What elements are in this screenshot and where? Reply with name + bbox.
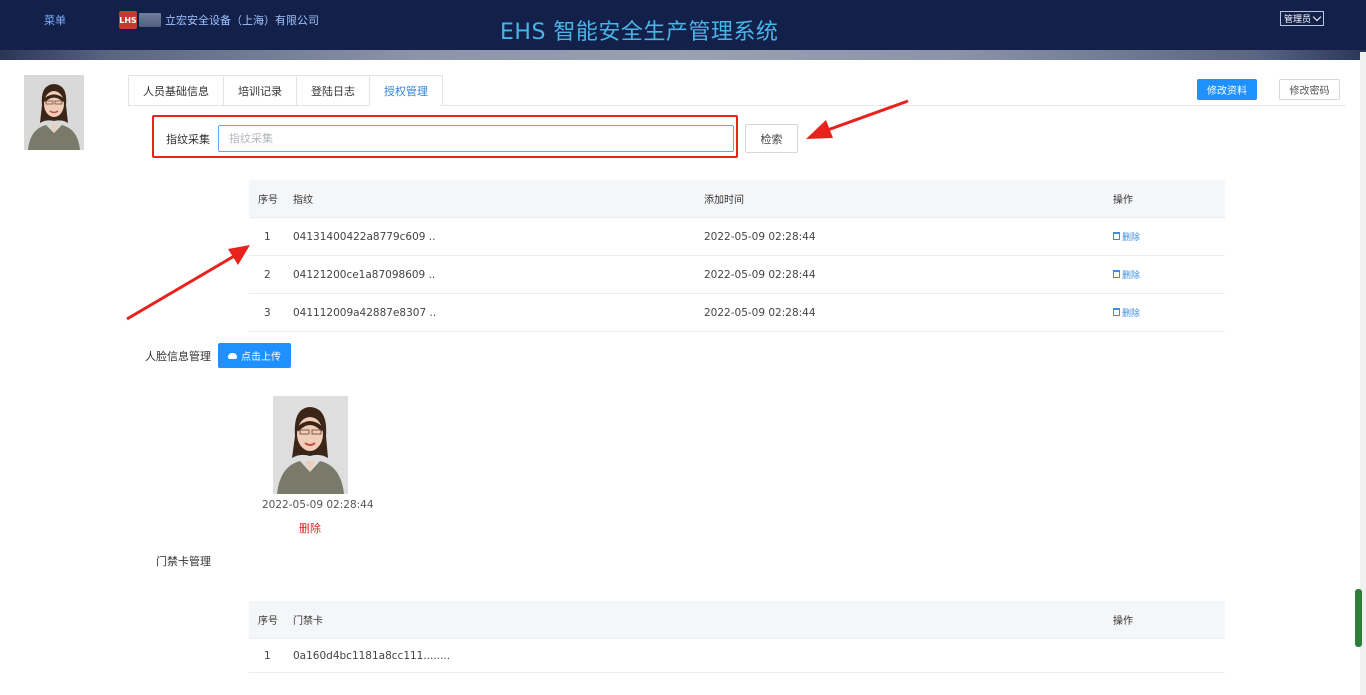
row-index: 1 <box>264 230 271 243</box>
row-index: 2 <box>264 268 271 281</box>
card-value: 0a160d4bc1181a8cc111........ <box>293 649 451 662</box>
logo-wordmark <box>139 13 161 27</box>
face-photo <box>273 396 348 494</box>
fingerprint-table: 序号 指纹 添加时间 操作 1 04131400422a8779c609 .. … <box>249 180 1225 332</box>
column-header-card: 门禁卡 <box>293 616 323 627</box>
delete-button[interactable]: 删除 <box>1113 306 1140 319</box>
column-header-fingerprint: 指纹 <box>293 195 313 206</box>
search-button[interactable]: 检索 <box>745 124 798 153</box>
upload-button[interactable]: 点击上传 <box>218 343 291 368</box>
menu-link[interactable]: 菜单 <box>44 12 66 28</box>
row-index: 1 <box>264 649 271 662</box>
access-card-section-label: 门禁卡管理 <box>156 555 211 568</box>
upload-label: 点击上传 <box>241 352 281 363</box>
column-header-index: 序号 <box>258 195 278 206</box>
delete-label: 删除 <box>1122 270 1141 281</box>
tab-basic-info[interactable]: 人员基础信息 <box>128 75 223 106</box>
avatar <box>24 75 84 150</box>
delete-label: 删除 <box>1122 232 1141 243</box>
company-name: 立宏安全设备（上海）有限公司 <box>165 14 319 27</box>
tab-authorization[interactable]: 授权管理 <box>369 75 443 106</box>
table-row: 2 04121200ce1a87098609 .. 2022-05-09 02:… <box>249 256 1225 294</box>
fingerprint-value: 041112009a42887e8307 .. <box>293 306 437 319</box>
column-header-action: 操作 <box>1113 195 1133 206</box>
app-title: EHS 智能安全生产管理系统 <box>500 20 779 45</box>
face-section-label: 人脸信息管理 <box>145 350 211 363</box>
delete-button[interactable]: 删除 <box>1113 268 1140 281</box>
edit-profile-button[interactable]: 修改资料 <box>1197 79 1257 100</box>
added-time: 2022-05-09 02:28:44 <box>704 268 816 281</box>
tab-divider <box>440 105 1346 106</box>
cloud-upload-icon <box>228 352 237 359</box>
table-row: 1 0a160d4bc1181a8cc111........ <box>249 639 1225 673</box>
row-index: 3 <box>264 306 271 319</box>
column-header-index: 序号 <box>258 616 278 627</box>
face-delete-link[interactable]: 删除 <box>299 520 321 536</box>
table-header: 序号 门禁卡 操作 <box>249 601 1225 639</box>
table-row: 1 04131400422a8779c609 .. 2022-05-09 02:… <box>249 218 1225 256</box>
tab-training-records[interactable]: 培训记录 <box>223 75 296 106</box>
column-header-action: 操作 <box>1113 616 1133 627</box>
fingerprint-value: 04131400422a8779c609 .. <box>293 230 436 243</box>
added-time: 2022-05-09 02:28:44 <box>704 306 816 319</box>
user-menu-button[interactable]: 管理员 <box>1280 11 1325 26</box>
fingerprint-value: 04121200ce1a87098609 .. <box>293 268 436 281</box>
annotation-highlight-box <box>152 115 738 158</box>
logo-icon: LHS <box>119 11 137 29</box>
face-upload-time: 2022-05-09 02:28:44 <box>262 499 374 511</box>
access-card-table: 序号 门禁卡 操作 1 0a160d4bc1181a8cc111........ <box>249 601 1225 673</box>
person-photo-icon <box>273 396 348 494</box>
column-header-time: 添加时间 <box>704 195 744 206</box>
person-photo-icon <box>24 75 84 150</box>
change-password-button[interactable]: 修改密码 <box>1279 79 1340 100</box>
trash-icon <box>1113 232 1120 241</box>
user-menu-label: 管理员 <box>1284 15 1312 25</box>
table-header: 序号 指纹 添加时间 操作 <box>249 180 1225 218</box>
tab-login-log[interactable]: 登陆日志 <box>296 75 369 106</box>
trash-icon <box>1113 308 1120 317</box>
delete-label: 删除 <box>1122 308 1141 319</box>
arrow-icon <box>806 99 909 139</box>
arrow-icon <box>126 245 250 321</box>
table-row: 3 041112009a42887e8307 .. 2022-05-09 02:… <box>249 294 1225 332</box>
chevron-down-icon <box>1312 12 1322 22</box>
company-logo: LHS 立宏安全设备（上海）有限公司 <box>119 10 319 30</box>
scrollbar-thumb[interactable] <box>1355 589 1362 647</box>
added-time: 2022-05-09 02:28:44 <box>704 230 816 243</box>
delete-button[interactable]: 删除 <box>1113 230 1140 243</box>
header-decoration-strip <box>0 50 1366 60</box>
tab-bar: 人员基础信息 培训记录 登陆日志 授权管理 <box>128 75 443 106</box>
trash-icon <box>1113 270 1120 279</box>
